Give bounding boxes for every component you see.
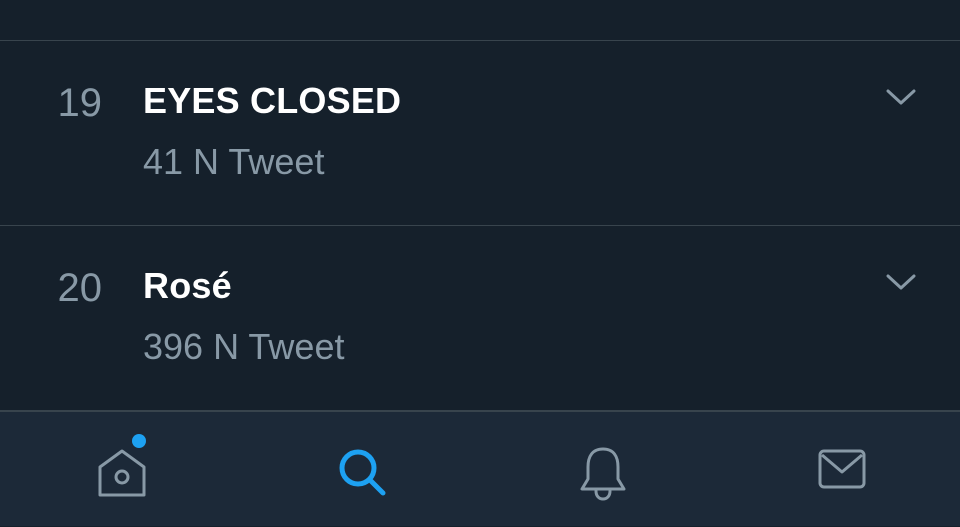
home-icon — [98, 449, 146, 497]
trend-rank: 20 — [57, 266, 103, 310]
trend-item-19[interactable]: 19 EYES CLOSED 41 N Tweet — [0, 41, 960, 226]
trend-list: 19 EYES CLOSED 41 N Tweet 20 Rosé 396 N … — [0, 41, 960, 411]
search-icon — [339, 449, 386, 496]
trend-title: Rosé — [143, 265, 232, 306]
mail-icon — [818, 449, 866, 489]
tab-messages[interactable] — [720, 412, 960, 527]
chevron-down-icon[interactable] — [884, 87, 918, 107]
trend-rank: 19 — [57, 81, 103, 125]
bell-icon — [580, 447, 626, 501]
trend-item-20[interactable]: 20 Rosé 396 N Tweet — [0, 226, 960, 411]
tab-home[interactable] — [0, 412, 240, 527]
top-divider-strip — [0, 0, 960, 41]
trend-title: EYES CLOSED — [143, 80, 402, 121]
trend-tweet-count: 41 N Tweet — [143, 141, 325, 182]
chevron-down-icon[interactable] — [884, 272, 918, 292]
trend-tweet-count: 396 N Tweet — [143, 326, 345, 367]
notification-dot — [132, 434, 146, 448]
tab-search[interactable] — [240, 412, 480, 527]
bottom-tab-bar — [0, 411, 960, 526]
tab-notifications[interactable] — [480, 412, 720, 527]
